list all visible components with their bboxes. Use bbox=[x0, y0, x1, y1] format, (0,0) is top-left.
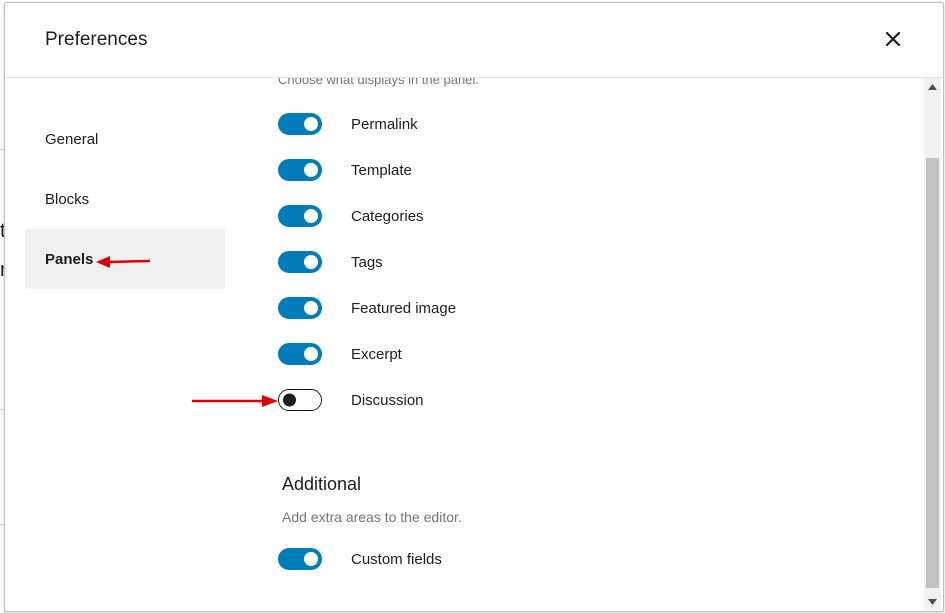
tab-label: Blocks bbox=[45, 190, 90, 208]
toggle-label: Tags bbox=[351, 253, 383, 271]
permalink-toggle[interactable] bbox=[278, 113, 322, 135]
modal-title: Preferences bbox=[45, 29, 148, 50]
close-icon bbox=[885, 31, 901, 47]
tab-panels[interactable]: Panels bbox=[25, 229, 225, 289]
toggle-label: Custom fields bbox=[351, 550, 442, 568]
tab-blocks[interactable]: Blocks bbox=[25, 169, 225, 229]
panel-description: Choose what displays in the panel. bbox=[278, 78, 479, 87]
modal-header: Preferences bbox=[5, 3, 943, 78]
toggle-knob bbox=[304, 255, 318, 269]
preferences-sidebar: General Blocks Panels bbox=[25, 109, 225, 289]
tab-label: Panels bbox=[45, 250, 94, 268]
toggle-knob bbox=[304, 552, 318, 566]
preferences-modal: Preferences General Blocks Panels Choose… bbox=[4, 2, 944, 612]
toggle-knob bbox=[304, 301, 318, 315]
toggle-label: Featured image bbox=[351, 299, 457, 317]
toggle-row-tags: Tags bbox=[278, 248, 383, 276]
toggle-knob bbox=[304, 117, 318, 131]
scroll-down-arrow-icon[interactable] bbox=[924, 593, 941, 610]
toggle-knob bbox=[304, 209, 318, 223]
featured-image-toggle[interactable] bbox=[278, 297, 322, 319]
tags-toggle[interactable] bbox=[278, 251, 322, 273]
toggle-knob bbox=[304, 347, 318, 361]
content-scrollbar[interactable] bbox=[924, 78, 941, 610]
custom-fields-toggle[interactable] bbox=[278, 548, 322, 570]
close-button[interactable] bbox=[879, 25, 907, 53]
discussion-toggle[interactable] bbox=[278, 389, 322, 411]
toggle-label: Excerpt bbox=[351, 345, 402, 363]
toggle-label: Permalink bbox=[351, 115, 418, 133]
toggle-row-template: Template bbox=[278, 156, 412, 184]
toggle-label: Discussion bbox=[351, 391, 424, 409]
toggle-knob bbox=[283, 393, 296, 407]
tab-label: General bbox=[45, 130, 99, 148]
additional-heading: Additional bbox=[282, 474, 362, 494]
toggle-row-custom-fields: Custom fields bbox=[278, 545, 442, 573]
toggle-knob bbox=[304, 163, 318, 177]
scroll-up-arrow-icon[interactable] bbox=[924, 78, 941, 95]
toggle-row-discussion: Discussion bbox=[278, 386, 424, 414]
template-toggle[interactable] bbox=[278, 159, 322, 181]
categories-toggle[interactable] bbox=[278, 205, 322, 227]
toggle-label: Categories bbox=[351, 207, 424, 225]
additional-description: Add extra areas to the editor. bbox=[282, 509, 462, 525]
toggle-row-categories: Categories bbox=[278, 202, 424, 230]
excerpt-toggle[interactable] bbox=[278, 343, 322, 365]
toggle-row-excerpt: Excerpt bbox=[278, 340, 402, 368]
toggle-label: Template bbox=[351, 161, 412, 179]
toggle-row-featured-image: Featured image bbox=[278, 294, 456, 322]
tab-general[interactable]: General bbox=[25, 109, 225, 169]
panels-content: Choose what displays in the panel. Perma… bbox=[278, 78, 908, 608]
scrollbar-thumb[interactable] bbox=[926, 158, 939, 588]
toggle-row-permalink: Permalink bbox=[278, 110, 418, 138]
